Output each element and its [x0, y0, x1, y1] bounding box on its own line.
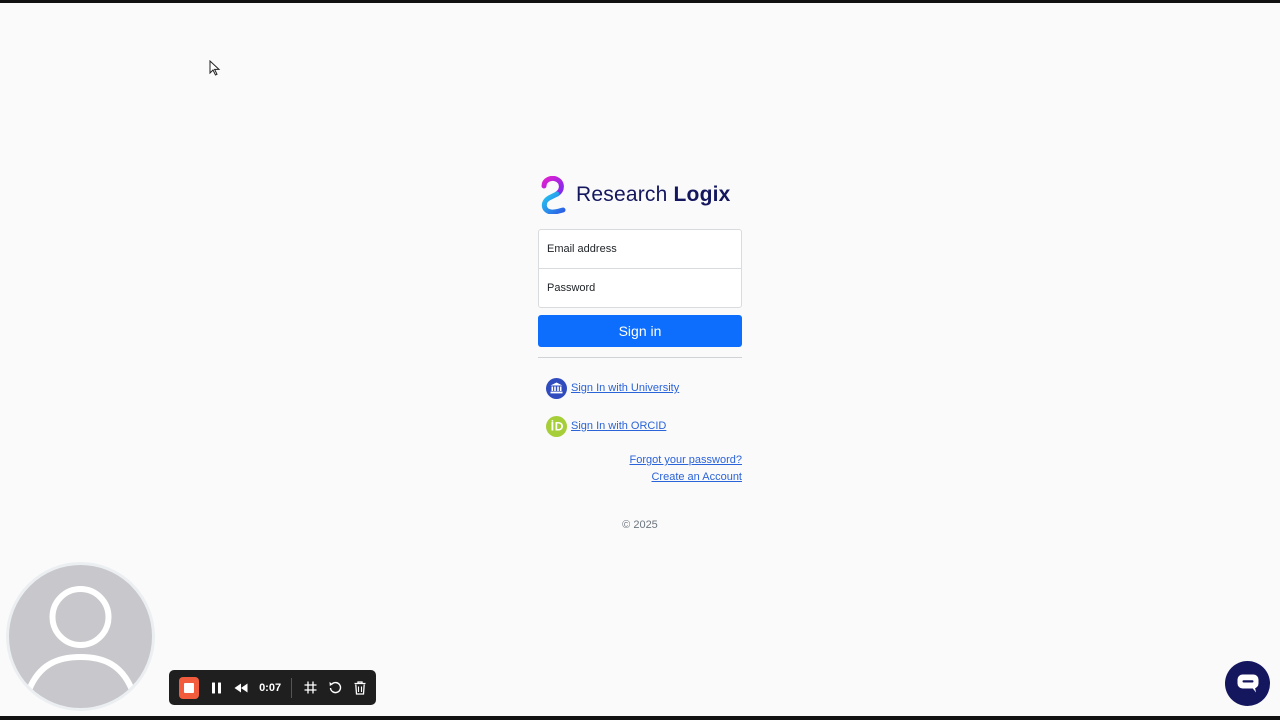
orcid-id-icon[interactable]	[546, 415, 567, 437]
restart-icon	[329, 681, 342, 694]
trash-icon	[354, 680, 366, 695]
sign-in-button[interactable]: Sign in	[538, 315, 742, 347]
stop-icon	[184, 682, 195, 693]
section-divider	[538, 357, 742, 358]
orcid-login: Sign In with ORCID	[546, 415, 742, 437]
chat-bubble-icon	[1237, 674, 1258, 692]
grid-icon	[304, 681, 317, 694]
mouse-cursor-icon	[209, 60, 221, 76]
research-logix-logo-icon	[541, 176, 566, 214]
recording-toolbar: 0:07	[169, 670, 376, 705]
screen-top-border	[0, 0, 1280, 3]
account-links: Forgot your password? Create an Account	[538, 452, 743, 486]
brand-name-bold: Logix	[673, 183, 731, 206]
university-login: Sign In with University	[546, 377, 742, 399]
sign-in-with-orcid-link[interactable]: Sign In with ORCID	[571, 420, 666, 432]
delete-button[interactable]	[354, 680, 366, 695]
brand-logo: Research Logix	[538, 175, 742, 215]
brand-name-light: Research	[576, 183, 668, 206]
grid-button[interactable]	[304, 681, 317, 694]
recording-timer: 0:07	[259, 681, 282, 694]
webcam-avatar	[6, 562, 155, 711]
pause-button[interactable]	[211, 682, 222, 694]
email-field[interactable]	[539, 230, 741, 268]
user-silhouette-icon	[26, 586, 135, 692]
pause-icon	[212, 682, 222, 693]
credentials-fields	[538, 229, 742, 308]
university-building-icon[interactable]	[546, 377, 567, 399]
chat-support-button[interactable]	[1225, 661, 1270, 706]
brand-name: Research Logix	[576, 183, 731, 207]
stop-recording-button[interactable]	[179, 676, 200, 699]
toolbar-separator	[291, 677, 292, 698]
create-account-link[interactable]: Create an Account	[538, 469, 742, 486]
login-panel: Research Logix Sign in Sign In with Univ…	[538, 175, 742, 531]
sign-in-with-university-link[interactable]: Sign In with University	[571, 382, 679, 394]
restart-button[interactable]	[329, 681, 342, 694]
password-field[interactable]	[539, 269, 741, 307]
rewind-icon	[234, 683, 248, 692]
rewind-button[interactable]	[234, 683, 248, 693]
copyright-text: © 2025	[622, 519, 658, 531]
forgot-password-link[interactable]: Forgot your password?	[538, 452, 743, 469]
screen-bottom-border	[0, 716, 1280, 720]
